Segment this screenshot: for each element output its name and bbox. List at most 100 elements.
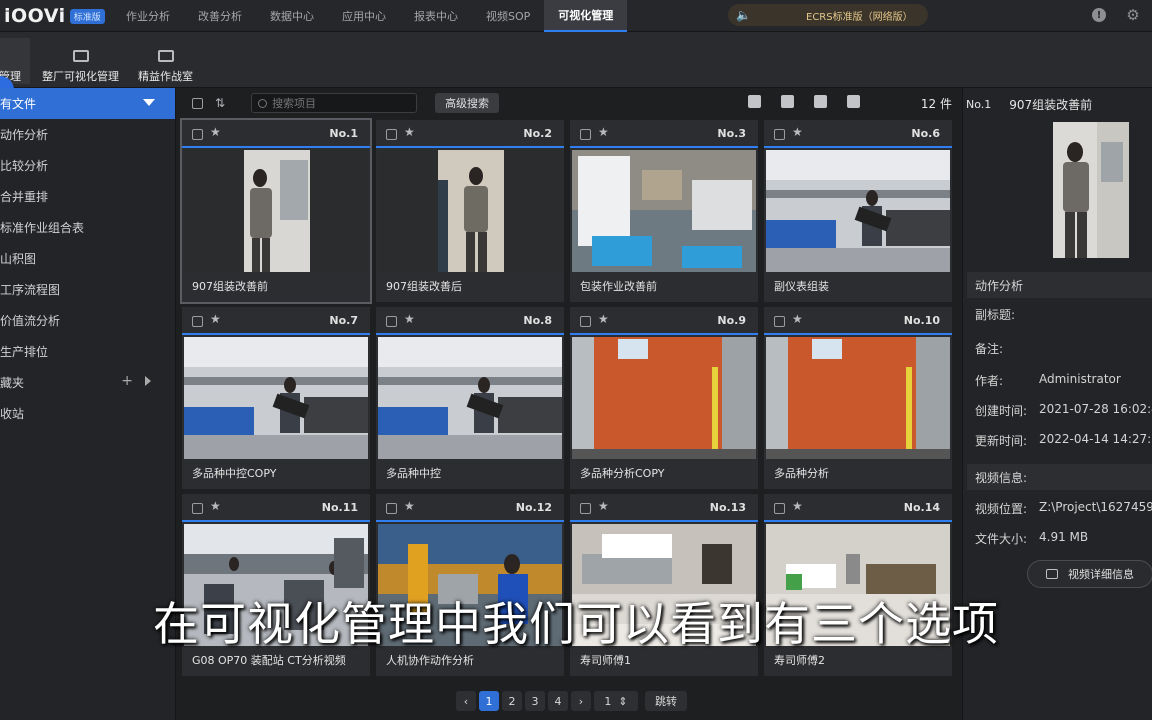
card-checkbox[interactable] <box>774 129 785 140</box>
video-thumbnail[interactable] <box>766 150 950 272</box>
star-icon[interactable]: ★ <box>210 125 221 139</box>
star-icon[interactable]: ★ <box>792 312 803 326</box>
nav-item-report-center[interactable]: 报表中心 <box>400 0 472 32</box>
card-checkbox[interactable] <box>580 129 591 140</box>
note-label: 备注: <box>975 342 1004 356</box>
gear-icon[interactable]: ⚙ <box>1126 6 1140 24</box>
card-number: No.6 <box>911 127 940 140</box>
card-checkbox[interactable] <box>192 129 203 140</box>
nav-item-job-analysis[interactable]: 作业分析 <box>112 0 184 32</box>
nav-item-video-sop[interactable]: 视频SOP <box>472 0 544 32</box>
chevron-right-icon[interactable] <box>145 376 151 386</box>
sidebar-item-merge[interactable]: 合并重排 <box>0 181 175 212</box>
card-checkbox[interactable] <box>386 503 397 514</box>
page-4-button[interactable]: 4 <box>548 691 568 711</box>
card-checkbox[interactable] <box>192 503 203 514</box>
sidebar-item-all-files[interactable]: 有文件 <box>0 88 175 119</box>
top-icons: ! ⚙ <box>1092 6 1140 24</box>
page-1-button[interactable]: 1 <box>479 691 499 711</box>
card-header: ★ No.1 <box>182 120 370 148</box>
sidebar-item-compare[interactable]: 比较分析 <box>0 150 175 181</box>
star-icon[interactable]: ★ <box>792 499 803 513</box>
page-3-button[interactable]: 3 <box>525 691 545 711</box>
star-icon[interactable]: ★ <box>792 125 803 139</box>
card-number: No.14 <box>903 501 940 514</box>
nav-item-app-center[interactable]: 应用中心 <box>328 0 400 32</box>
sort-icon[interactable]: ⇅ <box>215 96 225 110</box>
nav-item-data-center[interactable]: 数据中心 <box>256 0 328 32</box>
copy-icon[interactable] <box>781 95 794 108</box>
video-card-907-before[interactable]: ★ No.1 907组装改善前 <box>180 118 372 304</box>
next-page-button[interactable]: › <box>571 691 591 711</box>
video-detail-label: 视频详细信息 <box>1068 568 1134 581</box>
video-thumbnail[interactable] <box>378 150 562 272</box>
nav-item-improvement[interactable]: 改善分析 <box>184 0 256 32</box>
video-thumbnail[interactable] <box>572 337 756 459</box>
card-number: No.13 <box>709 501 746 514</box>
video-card-multi-copy[interactable]: ★ No.7 多品种中控COPY <box>182 307 370 489</box>
card-checkbox[interactable] <box>192 316 203 327</box>
sidebar-item-action-analysis[interactable]: 动作分析 <box>0 119 175 150</box>
sidebar-item-favorites[interactable]: 藏夹 + <box>0 367 175 398</box>
info-icon[interactable]: ! <box>1092 8 1106 22</box>
sidebar-item-line-balance[interactable]: 生产排位 <box>0 336 175 367</box>
updated-value: 2022-04-14 14:27:19 <box>1039 432 1152 446</box>
app-logo[interactable]: iOOVi 标准版 <box>4 3 105 29</box>
star-icon[interactable]: ★ <box>598 312 609 326</box>
card-checkbox[interactable] <box>580 503 591 514</box>
play-icon[interactable] <box>748 95 761 108</box>
edition-pill[interactable]: 🔈 ECRS标准版（网络版） <box>728 4 928 26</box>
video-thumbnail[interactable] <box>572 150 756 272</box>
video-thumbnail[interactable] <box>378 337 562 459</box>
sidebar-item-label: 生产排位 <box>0 345 49 359</box>
trash-icon[interactable] <box>847 95 860 108</box>
archive-icon[interactable] <box>814 95 827 108</box>
plus-icon[interactable]: + <box>121 373 133 389</box>
video-detail-button[interactable]: 视频详细信息 <box>1027 560 1152 588</box>
sidebar-item-yamazumi[interactable]: 山积图 <box>0 243 175 274</box>
sidebar-item-process-flow[interactable]: 工序流程图 <box>0 274 175 305</box>
created-label: 创建时间: <box>975 404 1028 418</box>
jump-button[interactable]: 跳转 <box>645 691 687 711</box>
star-icon[interactable]: ★ <box>404 312 415 326</box>
subnav-item-factory-visual[interactable]: 整厂可视化管理 <box>42 38 119 84</box>
search-input[interactable] <box>272 96 413 110</box>
card-checkbox[interactable] <box>386 316 397 327</box>
video-card-multi[interactable]: ★ No.8 多品种中控 <box>376 307 564 489</box>
video-thumbnail[interactable] <box>766 337 950 459</box>
sidebar-item-recycle-bin[interactable]: 收站 <box>0 398 175 429</box>
star-icon[interactable]: ★ <box>210 499 221 513</box>
sidebar-item-standard-work[interactable]: 标准作业组合表 <box>0 212 175 243</box>
video-card-907-after[interactable]: ★ No.2 907组装改善后 <box>376 120 564 302</box>
logo-text: iOOVi <box>4 5 66 27</box>
sidebar-item-label: 藏夹 <box>0 376 25 390</box>
subnav-item-war-room[interactable]: 精益作战室 <box>138 38 193 84</box>
star-icon[interactable]: ★ <box>598 499 609 513</box>
search-icon <box>258 98 268 108</box>
select-all-checkbox[interactable] <box>192 97 203 109</box>
page-jump-input[interactable]: 1 ⇕ <box>594 691 638 711</box>
star-icon[interactable]: ★ <box>598 125 609 139</box>
search-box[interactable] <box>251 93 418 113</box>
star-icon[interactable]: ★ <box>404 125 415 139</box>
page-2-button[interactable]: 2 <box>502 691 522 711</box>
updated-label: 更新时间: <box>975 434 1028 448</box>
detail-thumbnail[interactable] <box>1053 122 1129 258</box>
star-icon[interactable]: ★ <box>210 312 221 326</box>
card-checkbox[interactable] <box>386 129 397 140</box>
video-card-multi-analysis-copy[interactable]: ★ No.9 多品种分析COPY <box>570 307 758 489</box>
card-checkbox[interactable] <box>774 503 785 514</box>
card-checkbox[interactable] <box>774 316 785 327</box>
nav-item-visual-management[interactable]: 可视化管理 <box>544 0 628 32</box>
video-card-pack-before[interactable]: ★ No.3 包装作业改善前 <box>570 120 758 302</box>
sidebar-item-value-stream[interactable]: 价值流分析 <box>0 305 175 336</box>
card-checkbox[interactable] <box>580 316 591 327</box>
video-thumbnail[interactable] <box>184 337 368 459</box>
star-icon[interactable]: ★ <box>404 499 415 513</box>
video-thumbnail[interactable] <box>184 150 368 272</box>
video-card-multi-analysis[interactable]: ★ No.10 多品种分析 <box>764 307 952 489</box>
video-card-dash-assembly[interactable]: ★ No.6 副仪表组装 <box>764 120 952 302</box>
prev-page-button[interactable]: ‹ <box>456 691 476 711</box>
caret-down-icon[interactable] <box>143 99 155 106</box>
advanced-search-button[interactable]: 高级搜索 <box>435 93 500 113</box>
